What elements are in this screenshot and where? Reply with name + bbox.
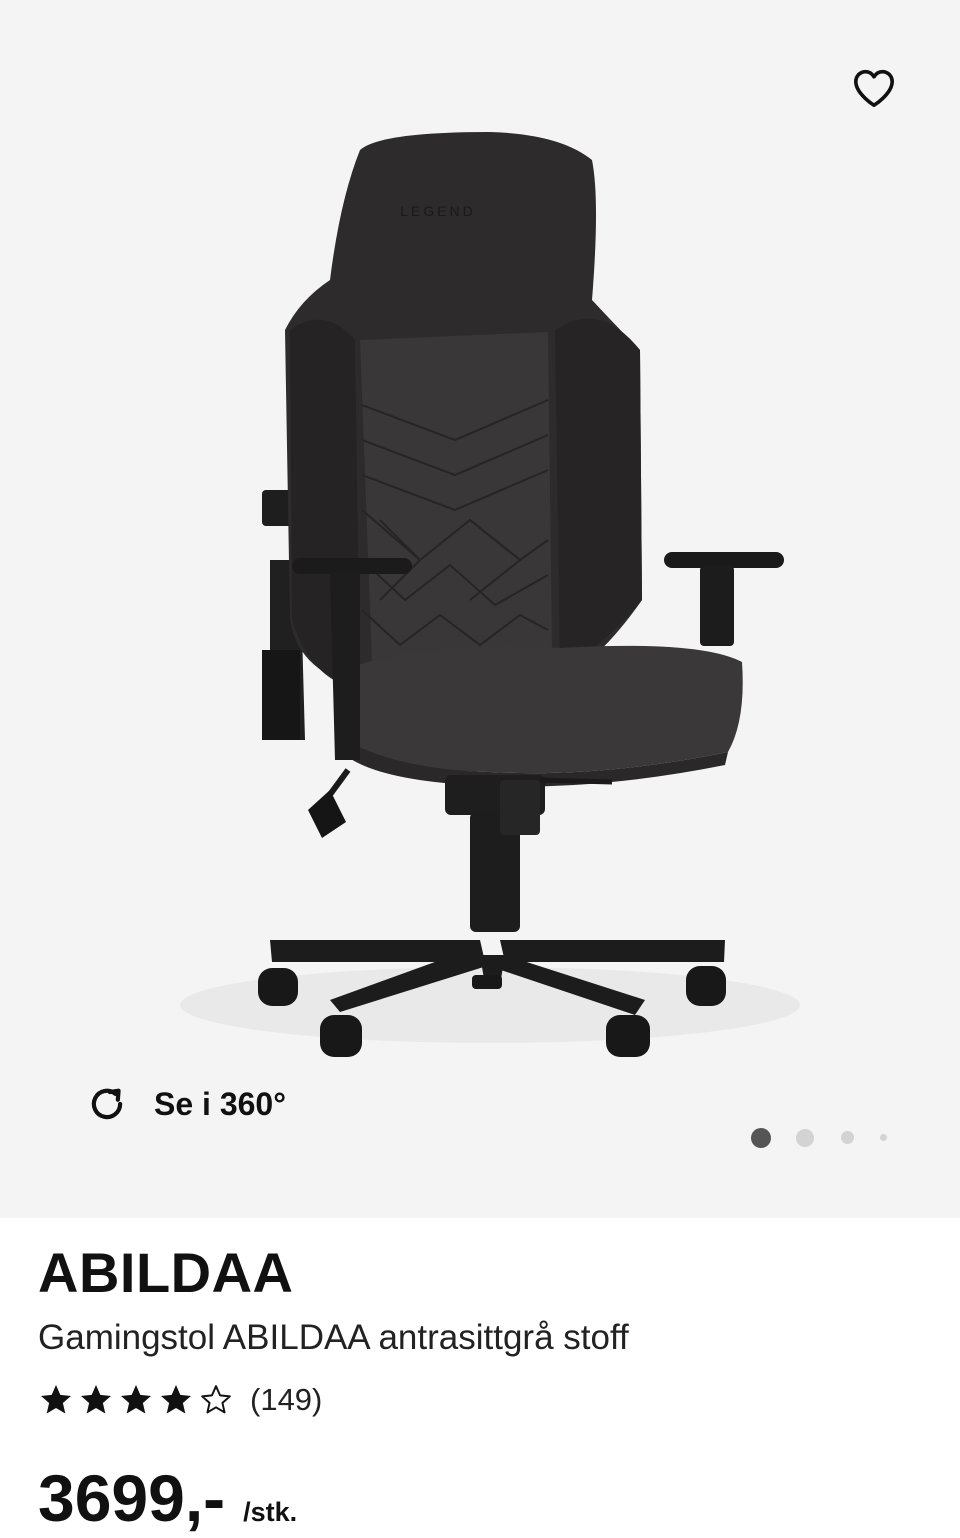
pagination-dot-3[interactable] xyxy=(841,1131,854,1144)
star-filled-icon xyxy=(161,1385,191,1414)
rotate-icon xyxy=(91,1088,123,1120)
chair-logo-text: LEGEND xyxy=(400,203,476,219)
pagination-dot-1[interactable] xyxy=(751,1128,771,1148)
pagination-dot-2[interactable] xyxy=(796,1129,814,1147)
product-brand: ABILDAA xyxy=(38,1241,294,1304)
star-outline-icon xyxy=(201,1385,231,1414)
product-image[interactable]: LEGEND xyxy=(0,0,960,1218)
product-image-gallery[interactable]: LEGEND Se i 360° xyxy=(0,0,960,1218)
star-filled-icon xyxy=(41,1385,71,1414)
star-filled-icon xyxy=(81,1385,111,1414)
view-360-label: Se i 360° xyxy=(154,1085,286,1122)
product-subtitle[interactable]: Gamingstol ABILDAA antrasittgrå stoff xyxy=(38,1316,928,1360)
price-unit: /stk. xyxy=(243,1497,298,1527)
price-row: 3699,- /stk. xyxy=(38,1458,297,1538)
review-count: (149) xyxy=(250,1382,323,1417)
product-price: 3699,- xyxy=(38,1461,226,1535)
image-pagination xyxy=(740,1124,900,1150)
pagination-dot-4[interactable] xyxy=(880,1134,887,1141)
product-info: ABILDAA Gamingstol ABILDAA antrasittgrå … xyxy=(38,1240,928,1420)
favorite-button[interactable] xyxy=(846,60,902,116)
view-360-button[interactable]: Se i 360° xyxy=(86,1080,286,1128)
star-filled-icon xyxy=(121,1385,151,1414)
product-rating[interactable]: (149) xyxy=(38,1380,928,1420)
heart-outline-icon xyxy=(853,69,894,108)
rating-stars xyxy=(38,1382,234,1418)
